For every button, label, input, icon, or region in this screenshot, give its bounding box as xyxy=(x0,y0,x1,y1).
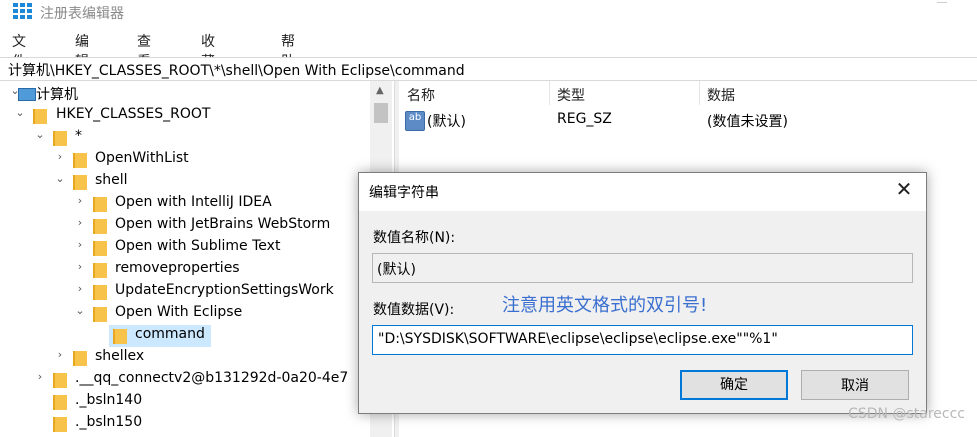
tree-item-shell[interactable]: ⌄ shell xyxy=(8,171,368,193)
tree-item-sublime[interactable]: › Open with Sublime Text xyxy=(8,237,368,259)
ok-button[interactable]: 确定 xyxy=(680,370,788,400)
minimize-icon[interactable] xyxy=(937,2,947,11)
value-data-text: "D:\SYSDISK\SOFTWARE\eclipse\eclipse\ecl… xyxy=(378,331,778,347)
cancel-button[interactable]: 取消 xyxy=(801,370,909,400)
tree-item-webstorm[interactable]: › Open with JetBrains WebStorm xyxy=(8,215,368,237)
folder-icon xyxy=(93,197,107,212)
tree-label: Open with JetBrains WebStorm xyxy=(115,216,331,232)
tree-item-qq-connect[interactable]: › .__qq_connectv2@b131292d-0a20-4e7 xyxy=(8,369,368,391)
tree-item-updateencryption[interactable]: › UpdateEncryptionSettingsWork xyxy=(8,281,368,303)
tree-item-openwithlist[interactable]: › OpenWithList xyxy=(8,149,368,171)
tree-label: ._bsln140 xyxy=(75,392,143,408)
close-icon[interactable]: ✕ xyxy=(892,177,916,201)
chevron-right-icon[interactable]: › xyxy=(73,216,87,229)
column-header-data[interactable]: 数据 xyxy=(707,85,735,105)
folder-icon xyxy=(53,395,67,410)
folder-icon xyxy=(53,131,67,146)
address-bar[interactable]: 计算机\HKEY_CLASSES_ROOT\*\shell\Open With … xyxy=(0,57,977,81)
value-data-input[interactable]: "D:\SYSDISK\SOFTWARE\eclipse\eclipse\ecl… xyxy=(372,325,913,355)
scroll-up-icon[interactable]: ▲ xyxy=(376,85,384,96)
chevron-right-icon[interactable]: › xyxy=(73,260,87,273)
tree-label: UpdateEncryptionSettingsWork xyxy=(115,282,334,298)
folder-icon xyxy=(53,417,67,432)
tree-label: removeproperties xyxy=(115,260,240,276)
registry-tree: ⌄ 计算机 ⌄ HKEY_CLASSES_ROOT ⌄ * › OpenWith… xyxy=(8,81,370,437)
title-bar: 注册表编辑器 xyxy=(0,0,977,28)
dialog-title: 编辑字符串 xyxy=(369,185,439,201)
value-name: (默认) xyxy=(427,114,466,130)
value-row[interactable]: ab (默认) REG_SZ (数值未设置) xyxy=(399,109,977,131)
address-path: 计算机\HKEY_CLASSES_ROOT\*\shell\Open With … xyxy=(8,63,465,79)
watermark: CSDN @stareccc xyxy=(848,406,965,422)
chevron-down-icon[interactable]: ⌄ xyxy=(33,128,47,141)
folder-icon xyxy=(93,307,107,322)
tree-item-bsln140[interactable]: ._bsln140 xyxy=(8,391,368,413)
dialog-body: 数值名称(N): (默认) 数值数据(V): 注意用英文格式的双引号! "D:\… xyxy=(359,211,926,413)
annotation-note: 注意用英文格式的双引号! xyxy=(502,295,708,316)
tree-item-eclipse[interactable]: ⌄ Open With Eclipse xyxy=(8,303,368,325)
tree-label: command xyxy=(135,326,205,342)
tree-label: * xyxy=(75,128,82,144)
chevron-right-icon[interactable]: › xyxy=(53,348,67,361)
column-header-name[interactable]: 名称 xyxy=(407,85,435,105)
folder-icon xyxy=(33,109,47,124)
column-separator[interactable] xyxy=(549,81,550,105)
tree-label: shell xyxy=(95,172,128,188)
string-value-icon: ab xyxy=(405,111,425,131)
scrollbar-thumb[interactable] xyxy=(374,103,388,123)
value-type: REG_SZ xyxy=(557,111,612,127)
tree-item-removeproperties[interactable]: › removeproperties xyxy=(8,259,368,281)
tree-label: HKEY_CLASSES_ROOT xyxy=(56,106,211,122)
value-name-field: (默认) xyxy=(372,253,913,283)
tree-item-star[interactable]: ⌄ * xyxy=(8,127,368,149)
chevron-down-icon[interactable]: ⌄ xyxy=(13,106,27,119)
chevron-right-icon[interactable]: › xyxy=(73,194,87,207)
value-name-label: 数值名称(N): xyxy=(373,230,456,246)
value-data-label: 数值数据(V): xyxy=(373,302,455,318)
folder-icon xyxy=(93,241,107,256)
folder-icon xyxy=(53,373,67,388)
value-data: (数值未设置) xyxy=(707,114,788,130)
value-name-text: (默认) xyxy=(377,262,416,278)
folder-icon xyxy=(93,219,107,234)
computer-icon xyxy=(18,88,36,101)
tree-label: shellex xyxy=(95,348,145,364)
tree-label: Open With Eclipse xyxy=(115,304,243,320)
chevron-down-icon[interactable]: ⌄ xyxy=(53,172,67,185)
tree-label: OpenWithList xyxy=(95,150,189,166)
registry-editor-icon xyxy=(13,3,33,21)
folder-icon xyxy=(73,175,87,190)
folder-icon xyxy=(73,153,87,168)
edit-string-dialog: 编辑字符串 ✕ 数值名称(N): (默认) 数值数据(V): 注意用英文格式的双… xyxy=(358,172,927,414)
chevron-down-icon[interactable]: ⌄ xyxy=(73,304,87,317)
tree-item-hkcr[interactable]: ⌄ HKEY_CLASSES_ROOT xyxy=(8,105,368,127)
tree-item-bsln150[interactable]: ._bsln150 xyxy=(8,413,368,435)
folder-icon xyxy=(113,329,127,344)
column-separator[interactable] xyxy=(699,81,700,105)
column-header-type[interactable]: 类型 xyxy=(557,85,585,105)
window-title: 注册表编辑器 xyxy=(40,6,124,22)
tree-label: .__qq_connectv2@b131292d-0a20-4e7 xyxy=(75,370,349,386)
tree-label: Open with Sublime Text xyxy=(115,238,281,254)
tree-item-intellij[interactable]: › Open with IntelliJ IDEA xyxy=(8,193,368,215)
tree-label: ._bsln150 xyxy=(75,414,143,430)
tree-label: 计算机 xyxy=(36,87,78,103)
chevron-right-icon[interactable]: › xyxy=(33,370,47,383)
tree-item-computer[interactable]: ⌄ 计算机 xyxy=(8,83,368,105)
chevron-right-icon[interactable]: › xyxy=(53,150,67,163)
folder-icon xyxy=(93,263,107,278)
folder-icon xyxy=(93,285,107,300)
folder-icon xyxy=(73,351,87,366)
tree-label: Open with IntelliJ IDEA xyxy=(115,194,272,210)
tree-item-command[interactable]: command xyxy=(8,325,368,347)
tree-item-shellex[interactable]: › shellex xyxy=(8,347,368,369)
chevron-right-icon[interactable]: › xyxy=(73,238,87,251)
chevron-right-icon[interactable]: › xyxy=(73,282,87,295)
